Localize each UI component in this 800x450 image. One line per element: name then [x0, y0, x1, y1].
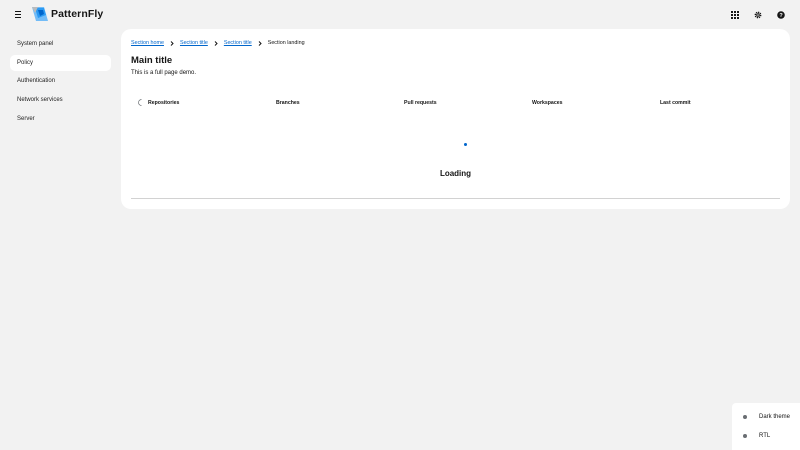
table-header: Repositories Branches Pull requests Work…	[131, 98, 780, 108]
breadcrumb-link-section-title[interactable]: Section title	[180, 40, 208, 46]
brand-logo[interactable]: PatternFly	[32, 6, 103, 22]
sidebar-item-server[interactable]: Server	[10, 111, 111, 127]
column-header-repositories[interactable]: Repositories	[148, 100, 179, 106]
patternfly-logo-icon	[32, 7, 48, 21]
sidebar-nav: System panel Policy Authentication Netwo…	[10, 36, 111, 129]
dark-theme-switch[interactable]	[741, 413, 755, 420]
masthead: PatternFly ?	[0, 0, 800, 29]
loading-spinner-icon	[464, 143, 467, 146]
breadcrumb-link-section-title-2[interactable]: Section title	[224, 40, 252, 46]
dark-theme-toggle[interactable]: Dark theme	[741, 413, 790, 420]
sidebar-item-authentication[interactable]: Authentication	[10, 73, 111, 89]
switch-knob	[743, 414, 747, 419]
table-divider	[131, 198, 780, 199]
breadcrumb: Section home Section title Section title…	[131, 40, 305, 46]
breadcrumb-current: Section landing	[267, 40, 305, 46]
chevron-right-icon	[252, 40, 268, 46]
loading-text: Loading	[439, 169, 472, 178]
masthead-tools: ?	[729, 9, 786, 20]
column-header-workspaces[interactable]: Workspaces	[532, 100, 562, 106]
chevron-right-icon	[164, 40, 180, 46]
brand-name: PatternFly	[51, 8, 104, 20]
column-header-last-commit[interactable]: Last commit	[660, 100, 691, 106]
column-header-branches[interactable]: Branches	[276, 100, 300, 106]
help-icon[interactable]: ?	[775, 9, 786, 20]
main-content-card: Section home Section title Section title…	[121, 29, 790, 209]
rtl-label: RTL	[759, 432, 771, 439]
page-title: Main title	[131, 55, 173, 66]
grid-icon[interactable]	[729, 9, 740, 20]
theme-panel: Dark theme RTL	[732, 403, 800, 450]
column-header-pull-requests[interactable]: Pull requests	[404, 100, 437, 106]
dark-theme-label: Dark theme	[759, 413, 791, 420]
switch-knob	[743, 433, 747, 438]
chevron-right-icon	[208, 40, 224, 46]
select-all-checkbox[interactable]	[137, 99, 142, 106]
rtl-switch[interactable]	[741, 432, 755, 439]
hamburger-menu-icon[interactable]	[12, 9, 24, 20]
gear-icon[interactable]	[752, 9, 763, 20]
page-description: This is a full page demo.	[131, 70, 197, 76]
breadcrumb-link-section-home[interactable]: Section home	[131, 40, 164, 46]
rtl-toggle[interactable]: RTL	[741, 432, 770, 439]
sidebar-item-network-services[interactable]: Network services	[10, 92, 111, 108]
sidebar-item-system-panel[interactable]: System panel	[10, 36, 111, 52]
sidebar-item-policy[interactable]: Policy	[10, 54, 111, 71]
